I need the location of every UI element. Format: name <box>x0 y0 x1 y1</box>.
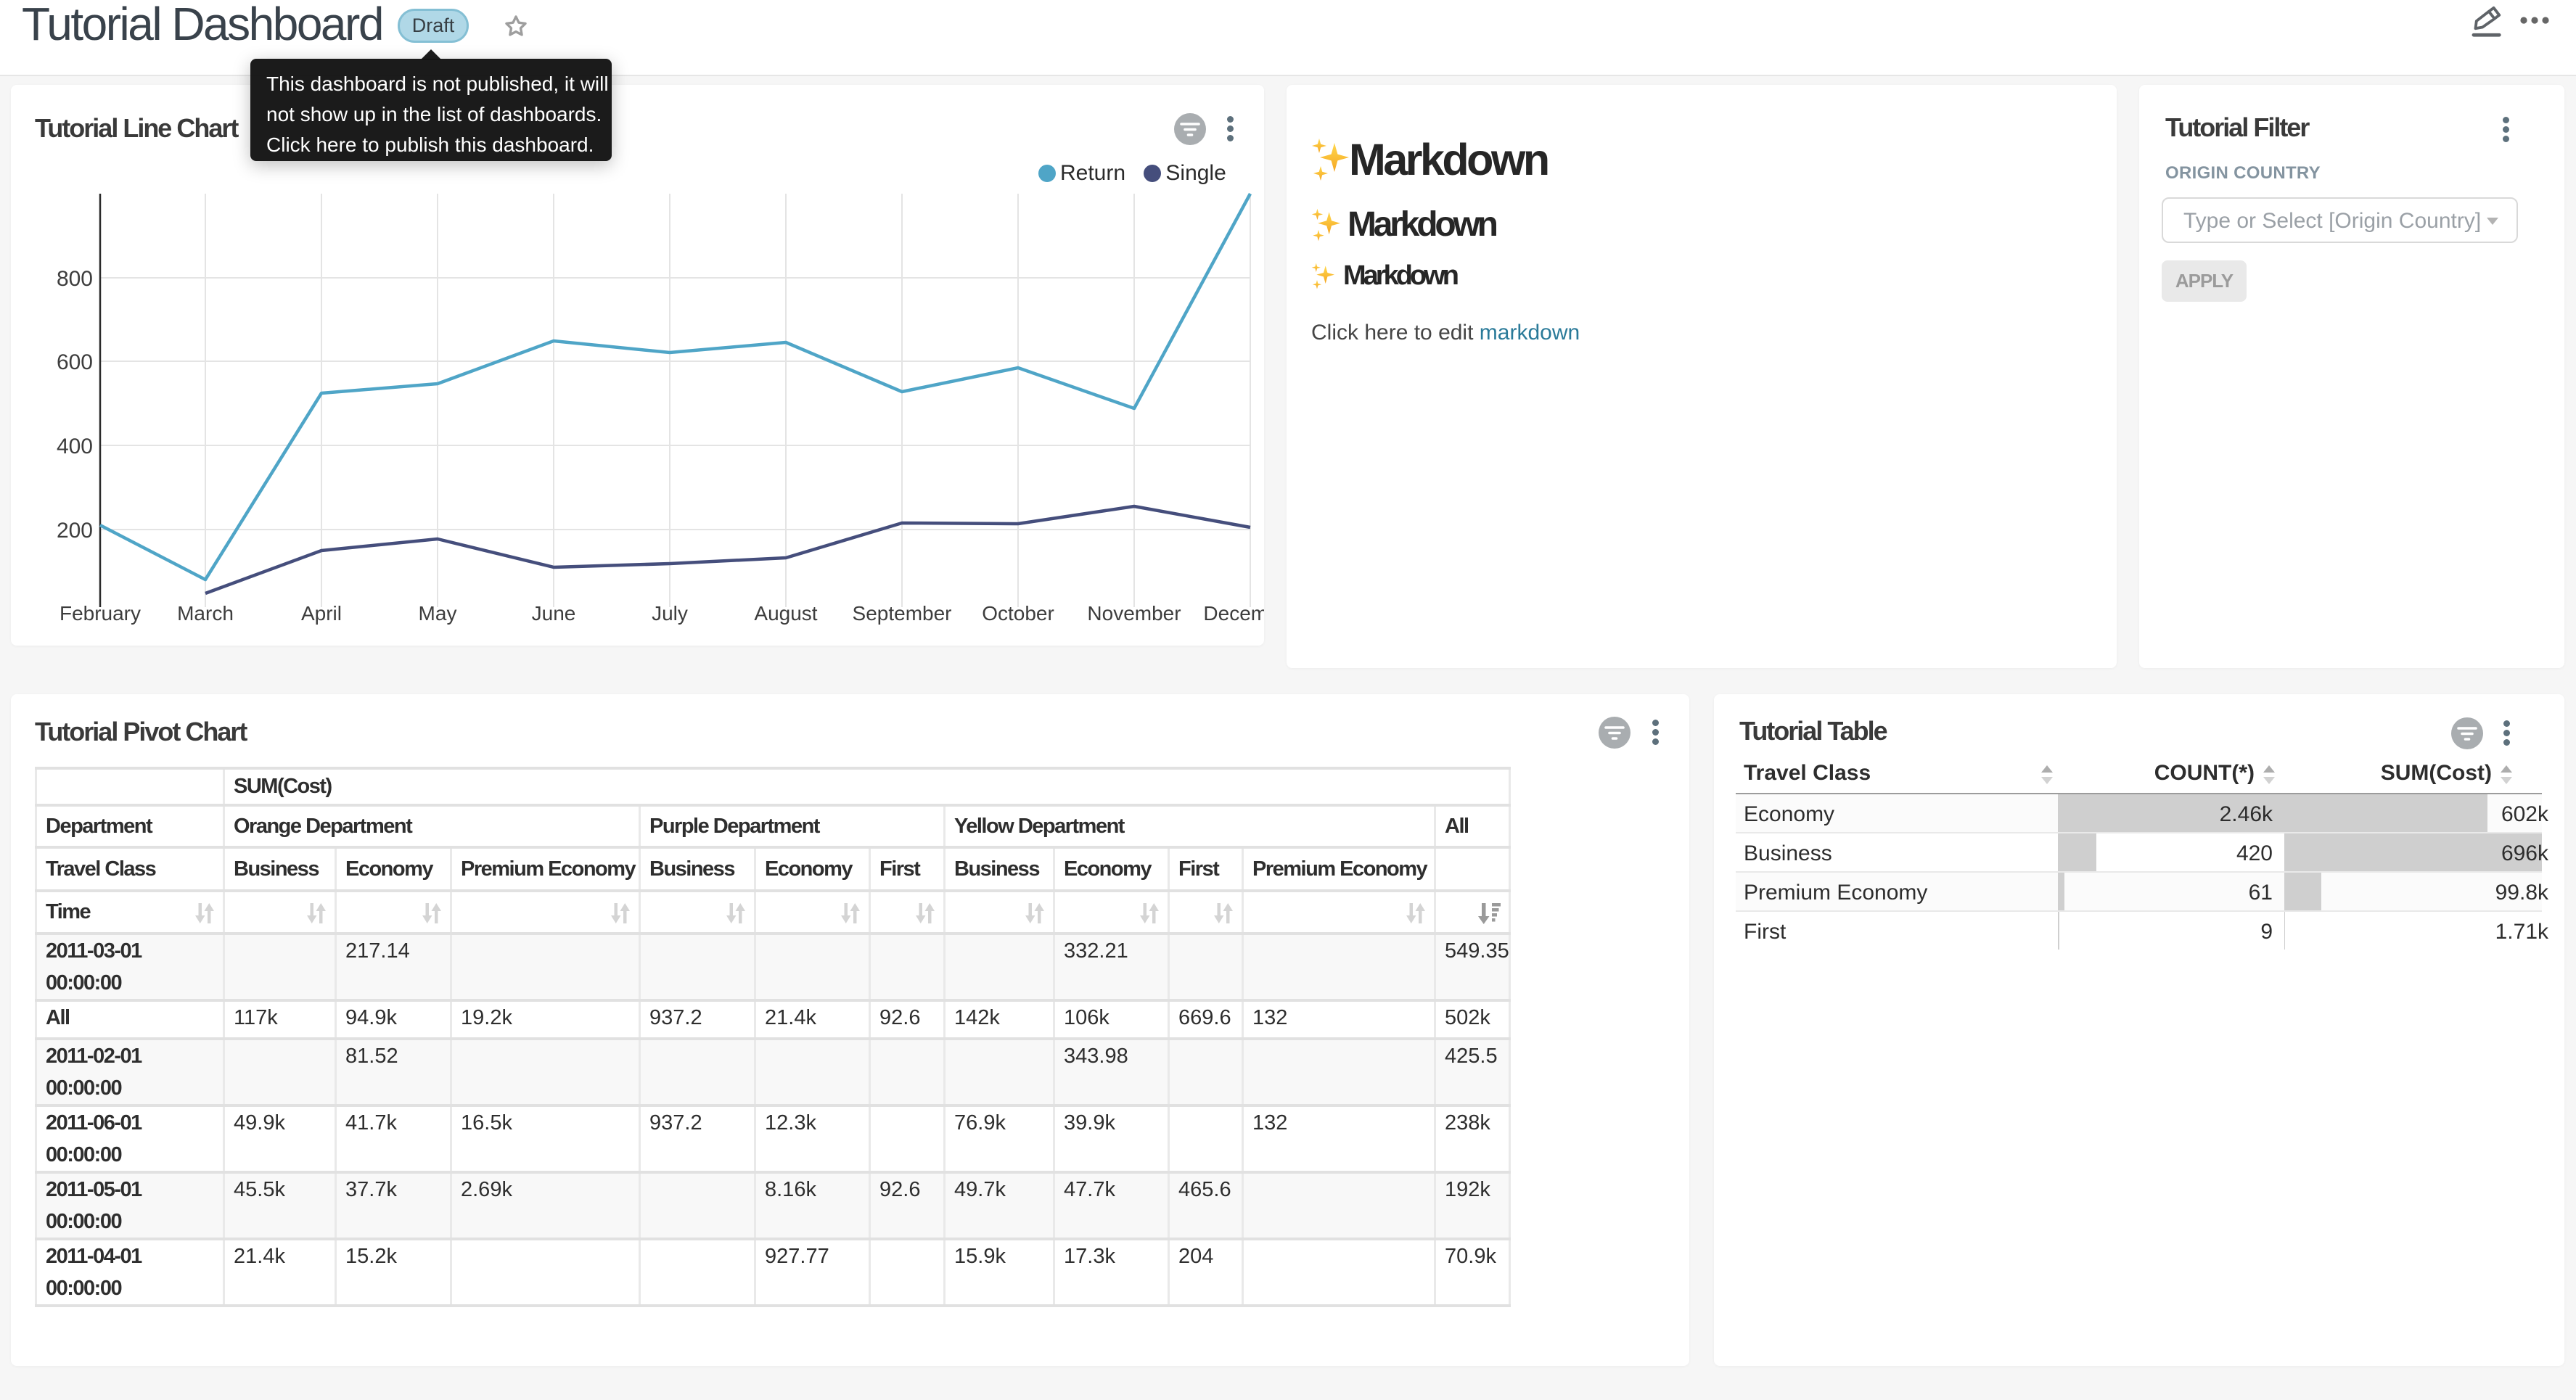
svg-text:April: April <box>301 602 342 625</box>
svg-text:March: March <box>177 602 234 625</box>
svg-text:December: December <box>1203 602 1264 625</box>
svg-text:November: November <box>1087 602 1181 625</box>
svg-text:400: 400 <box>57 435 93 458</box>
svg-text:800: 800 <box>57 267 93 291</box>
svg-text:February: February <box>60 602 141 625</box>
svg-text:August: August <box>754 602 817 625</box>
svg-text:600: 600 <box>57 350 93 374</box>
svg-text:July: July <box>652 602 688 625</box>
svg-text:200: 200 <box>57 519 93 543</box>
svg-text:June: June <box>532 602 576 625</box>
svg-text:May: May <box>419 602 457 625</box>
svg-text:September: September <box>853 602 952 625</box>
svg-text:October: October <box>982 602 1054 625</box>
